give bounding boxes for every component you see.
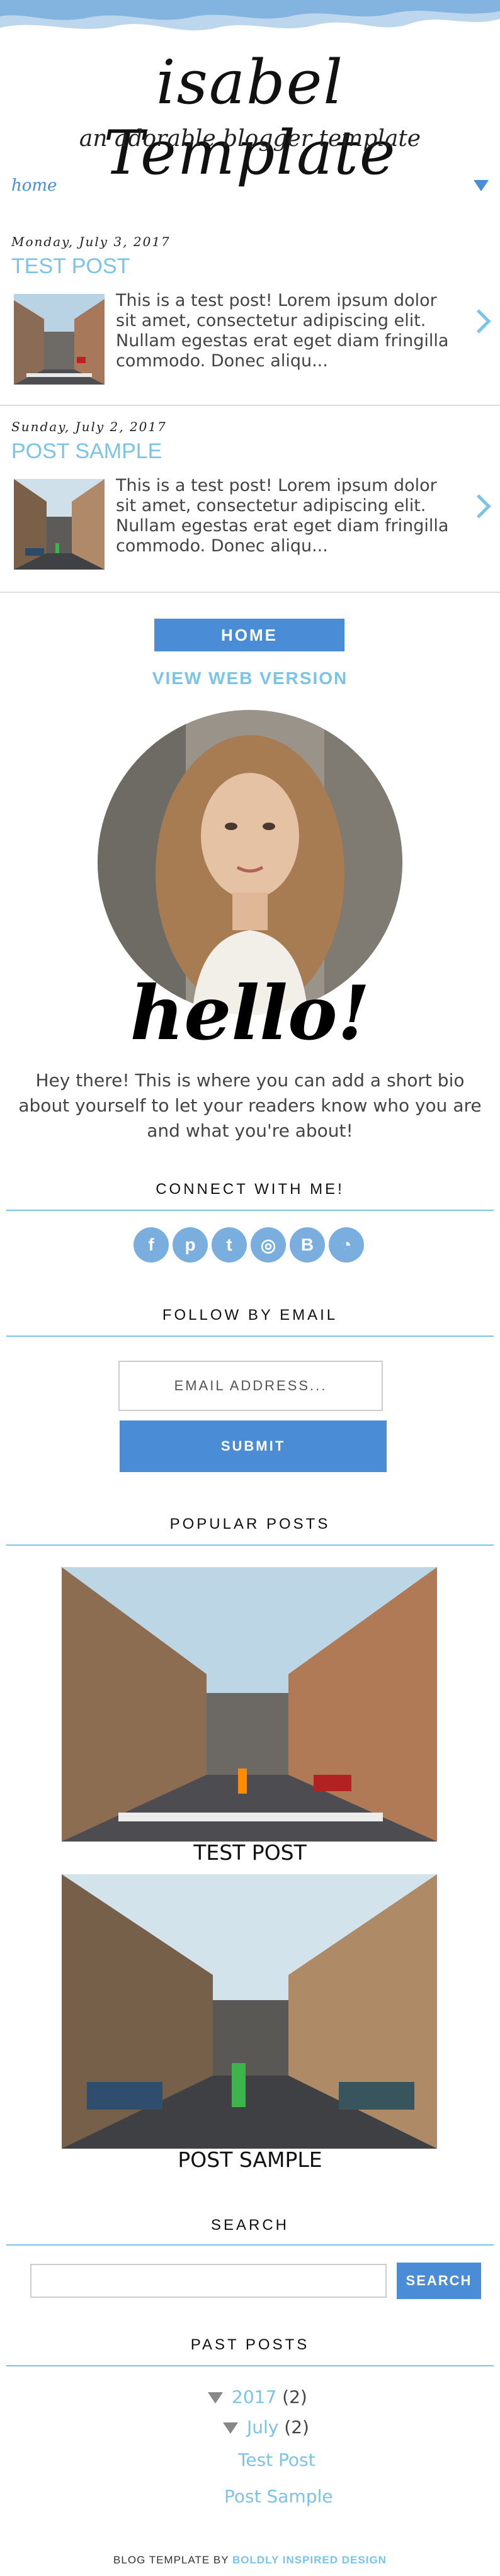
post-divider [0, 592, 500, 593]
chevron-right-icon[interactable] [467, 494, 491, 519]
search-input[interactable] [30, 2264, 387, 2298]
archive-post-title[interactable]: Post Sample [224, 2486, 332, 2507]
post-date: Sunday, July 2, 2017 [11, 419, 167, 434]
archive-year-count: (2) [282, 2387, 307, 2407]
section-divider [6, 2244, 494, 2246]
view-web-version-link[interactable]: VIEW WEB VERSION [0, 668, 500, 689]
instagram-icon[interactable]: ◎ [251, 1227, 286, 1263]
section-divider [6, 1336, 494, 1337]
post-title-link[interactable]: POST SAMPLE [11, 439, 162, 464]
caret-down-icon[interactable] [474, 180, 489, 191]
rss-icon[interactable]: ◔ [329, 1227, 364, 1263]
author-bio: Hey there! This is where you can add a s… [18, 1070, 482, 1141]
bloglovin-icon[interactable]: B [290, 1227, 325, 1263]
archive-year[interactable]: 2017 (2) [208, 2387, 307, 2407]
section-divider [6, 2365, 494, 2366]
watercolor-banner [0, 0, 500, 31]
archive-post-link[interactable]: Test Post [238, 2449, 315, 2470]
popular-post-image[interactable] [62, 1874, 437, 2149]
post-excerpt: This is a test post! Lorem ipsum dolor s… [116, 291, 449, 371]
section-divider [6, 1210, 494, 1211]
email-field[interactable]: EMAIL ADDRESS... [118, 1361, 383, 1411]
home-button[interactable]: HOME [154, 619, 344, 651]
connect-title: CONNECT WITH ME! [156, 1181, 344, 1198]
footer-brand-link[interactable]: BOLDLY INSPIRED DESIGN [232, 2554, 387, 2566]
past-posts-title: PAST POSTS [190, 2336, 310, 2353]
post-thumbnail[interactable] [14, 294, 105, 385]
archive-month-count: (2) [284, 2417, 309, 2438]
post-thumbnail[interactable] [14, 479, 105, 570]
archive-month-link[interactable]: July [247, 2417, 278, 2438]
archive-year-link[interactable]: 2017 [232, 2387, 276, 2407]
section-divider [6, 1544, 494, 1546]
blog-tagline: an adorable blogger template [79, 126, 421, 152]
submit-button[interactable]: SUBMIT [120, 1420, 387, 1472]
search-button[interactable]: SEARCH [397, 2263, 481, 2299]
nav-home-link[interactable]: home [11, 176, 57, 195]
facebook-icon[interactable]: f [134, 1227, 169, 1263]
popular-post-image[interactable] [62, 1567, 437, 1842]
post-item[interactable]: Monday, July 3, 2017 TEST POST This is a… [0, 234, 500, 404]
footer-prefix: BLOG TEMPLATE BY [113, 2554, 229, 2566]
post-divider [0, 405, 500, 406]
search-title: SEARCH [210, 2217, 290, 2234]
hello-greeting: hello! [130, 969, 370, 1057]
footer-credit: BLOG TEMPLATE BY BOLDLY INSPIRED DESIGN [0, 2554, 500, 2567]
archive-post-title[interactable]: Test Post [238, 2449, 315, 2470]
chevron-right-icon[interactable] [467, 309, 491, 334]
archive-month[interactable]: July (2) [223, 2417, 309, 2438]
post-date: Monday, July 3, 2017 [11, 234, 171, 249]
popular-posts-title: POPULAR POSTS [169, 1516, 331, 1533]
popular-post-title[interactable]: TEST POST [0, 1840, 500, 1865]
twitter-icon[interactable]: t [212, 1227, 247, 1263]
follow-title: FOLLOW BY EMAIL [162, 1307, 338, 1324]
blog-header: isabel Template an adorable blogger temp… [0, 0, 500, 188]
post-excerpt: This is a test post! Lorem ipsum dolor s… [116, 476, 449, 556]
post-title-link[interactable]: TEST POST [11, 254, 130, 279]
mobile-nav-bar: home [0, 176, 500, 204]
caret-down-icon[interactable] [223, 2422, 238, 2434]
archive-post-link[interactable]: Post Sample [224, 2486, 332, 2507]
blog-title[interactable]: isabel Template [0, 47, 500, 188]
social-icons: f p t ◎ B ◔ [134, 1227, 366, 1263]
caret-down-icon[interactable] [208, 2392, 223, 2404]
pinterest-icon[interactable]: p [173, 1227, 208, 1263]
post-item[interactable]: Sunday, July 2, 2017 POST SAMPLE This is… [0, 419, 500, 589]
popular-post-title[interactable]: POST SAMPLE [0, 2147, 500, 2172]
